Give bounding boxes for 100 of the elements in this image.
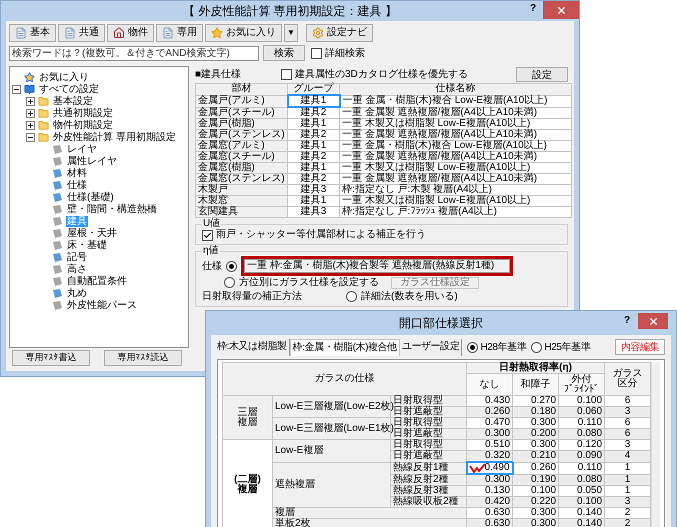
dropdown-button[interactable]: ▼: [284, 24, 298, 42]
settings-button[interactable]: 設定: [516, 66, 568, 82]
column-header[interactable]: グループ: [288, 84, 340, 95]
option-label: 日射取得量の補正方法: [202, 290, 303, 302]
option-label: H25年基準: [544, 340, 590, 354]
collapse-icon[interactable]: [12, 84, 21, 94]
column-header: ガラスの仕様: [222, 362, 467, 396]
table-cell[interactable]: 建具2: [288, 107, 340, 118]
table-cell: 一重 金属製 遮熱複層/複層(A4以上A10未満): [340, 174, 572, 184]
gear-icon: [312, 26, 324, 38]
checkbox[interactable]: [281, 68, 292, 80]
toolbar-button[interactable]: お気に入り: [205, 24, 282, 42]
table-cell[interactable]: 建具1: [288, 118, 340, 130]
table-cell: 金属戸(スチール): [196, 107, 288, 118]
table-cell[interactable]: 0.490: [466, 462, 513, 474]
radio-button[interactable]: [467, 342, 478, 352]
edit-button[interactable]: 内容編集: [615, 339, 665, 355]
tree-item[interactable]: 屋根・天井: [66, 228, 118, 238]
tree-item[interactable]: 壁・階間・構造熱橋: [66, 204, 158, 214]
tree-item[interactable]: お気に入り: [38, 72, 90, 82]
table-cell[interactable]: 建具3: [288, 206, 340, 218]
tree-item[interactable]: 床・基礎: [66, 240, 108, 250]
option-label: 詳細法(数表を用いる): [361, 290, 458, 302]
table-cell[interactable]: 建具2: [288, 152, 340, 162]
option-label: H28年基準: [480, 340, 526, 354]
tree-item[interactable]: すべての設定: [38, 84, 100, 94]
radio-button[interactable]: [226, 260, 237, 272]
tree-item[interactable]: 共通初期設定: [52, 108, 114, 118]
toolbar-button[interactable]: 共通: [58, 24, 105, 42]
check-mark-icon: [468, 463, 486, 473]
tree-item[interactable]: 物件初期設定: [52, 120, 114, 130]
table-cell[interactable]: 建具1: [288, 196, 340, 206]
dialog-title: 開口部仕様選択: [399, 315, 483, 332]
footer-button[interactable]: 専用ﾏｽﾀ書込: [12, 350, 90, 366]
radio-button[interactable]: [531, 342, 542, 352]
column-header[interactable]: 部材: [196, 84, 288, 95]
table-cell[interactable]: 建具1: [288, 95, 340, 107]
table-cell: 一重 金属製 遮熱複層/複層(A4以上A10未満): [340, 152, 572, 162]
search-field[interactable]: 検索ワードは？(複数可。＆付きでAND検索文字): [9, 46, 259, 60]
footer-button[interactable]: 専用ﾏｽﾀ読込: [104, 350, 182, 366]
column-label: 外付: [572, 374, 592, 384]
document-icon: [15, 26, 27, 38]
tree-item[interactable]: 自動配置条件: [66, 276, 128, 286]
document-icon: [162, 26, 174, 38]
close-icon[interactable]: [556, 4, 566, 16]
scrollbar[interactable]: [651, 362, 660, 527]
table-cell: 日射遮蔽型: [390, 450, 467, 462]
tree-item[interactable]: 外皮性能計算 専用初期設定: [52, 132, 177, 142]
star-icon: [211, 26, 223, 38]
column-label: 和障子: [520, 380, 552, 390]
table-cell[interactable]: (二層)複層: [222, 440, 272, 527]
table-cell: 一重 金属・樹脂(木)複合 Low-E複層(A10以上): [340, 140, 572, 152]
column-header[interactable]: 仕様名称: [340, 84, 572, 95]
toolbar-button[interactable]: 基本: [9, 24, 56, 42]
column-label: ﾌﾞﾗｲﾝﾄﾞ: [563, 384, 600, 394]
group-label: U値: [202, 219, 222, 229]
tree-item[interactable]: 記号: [66, 252, 88, 262]
navi-button[interactable]: 設定ナビ: [306, 24, 373, 42]
close-icon[interactable]: [648, 316, 658, 326]
tree-item[interactable]: 外皮性能パース: [66, 300, 138, 310]
table-cell[interactable]: 建具3: [288, 184, 340, 196]
tree-item[interactable]: 属性レイヤ: [66, 156, 118, 166]
expand-icon[interactable]: [26, 96, 35, 106]
table-cell: 1: [604, 462, 651, 474]
tree-item[interactable]: レイヤ: [66, 144, 98, 154]
folder-icon: [38, 132, 49, 142]
close-button[interactable]: [638, 313, 668, 329]
table-cell: 熱線反射2種: [390, 474, 467, 486]
tree-item[interactable]: 基本設定: [52, 96, 94, 106]
collapse-icon[interactable]: [26, 132, 35, 142]
radio-button[interactable]: [346, 290, 357, 302]
toolbar-button[interactable]: 専用: [156, 24, 203, 42]
tree-item[interactable]: 仕様: [66, 180, 88, 190]
table-cell: 熱線反射1種: [390, 462, 467, 474]
expand-icon[interactable]: [26, 108, 35, 118]
search-button[interactable]: 検索: [263, 45, 305, 61]
tab[interactable]: 枠:金属・樹脂(木)複合他: [290, 338, 400, 356]
table-cell: 枠:指定なし 戸:木製 複層(A4以上): [340, 184, 572, 196]
table-cell: 木製戸: [196, 184, 288, 196]
tree-item[interactable]: 丸め: [66, 288, 88, 298]
tree-item[interactable]: 材料: [66, 168, 88, 178]
table-cell[interactable]: 建具2: [288, 130, 340, 140]
column-header: ガラス区分: [604, 362, 651, 396]
expand-icon[interactable]: [26, 120, 35, 130]
option-label: 方位別にガラス仕様を設定する: [239, 276, 379, 290]
table-cell[interactable]: 建具2: [288, 174, 340, 184]
toolbar-button[interactable]: 物件: [107, 24, 154, 42]
table-cell[interactable]: 建具1: [288, 140, 340, 152]
spec-field[interactable]: 一重 枠:金属・樹脂(木)複合製等 遮熱複層(熱線反射1種): [244, 259, 510, 273]
tree-item[interactable]: 高さ: [66, 264, 88, 274]
table-cell[interactable]: 建具1: [288, 162, 340, 174]
tab[interactable]: ユーザー設定: [400, 338, 462, 356]
close-button[interactable]: [543, 1, 579, 19]
checkbox[interactable]: [311, 48, 322, 58]
table-cell[interactable]: 三層複層: [222, 396, 272, 440]
checkbox[interactable]: [202, 230, 213, 240]
tree-item[interactable]: 仕様(基礎): [66, 192, 115, 202]
help-button[interactable]: ?: [616, 313, 638, 328]
help-button[interactable]: ?: [523, 1, 543, 16]
radio-button[interactable]: [224, 277, 235, 288]
